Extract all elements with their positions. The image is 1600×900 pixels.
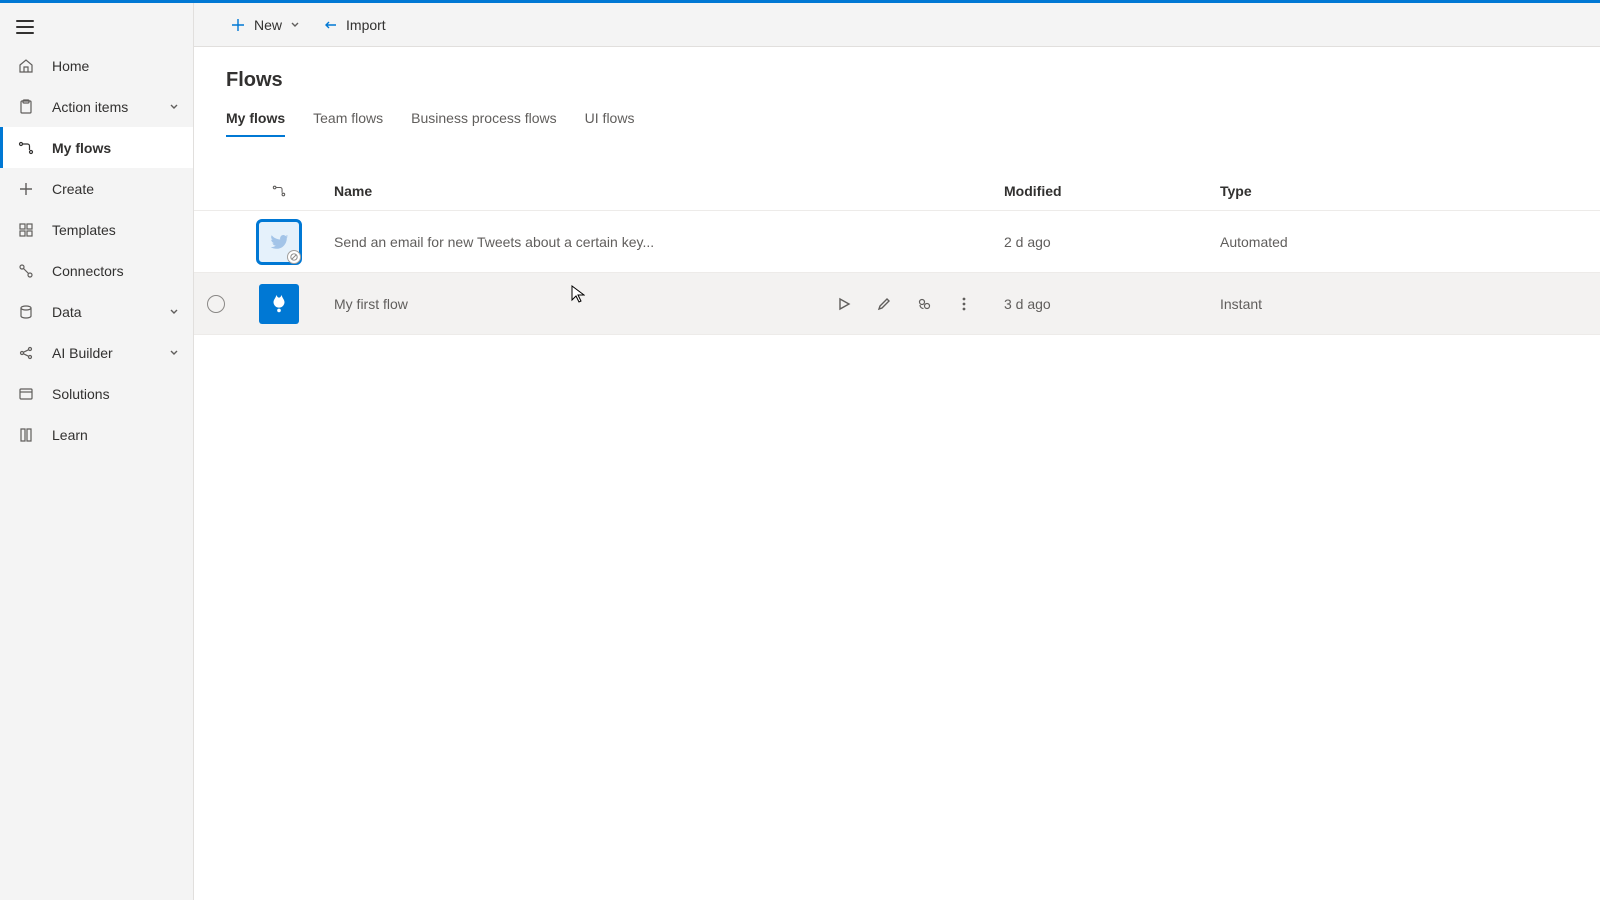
ai-icon — [16, 343, 36, 363]
flow-name[interactable]: My first flow — [320, 296, 834, 312]
home-icon — [16, 56, 36, 76]
run-icon[interactable] — [834, 294, 854, 314]
sidebar-item-label: Solutions — [52, 386, 193, 402]
flow-header-icon — [238, 184, 320, 198]
chevron-down-icon — [169, 102, 179, 112]
table-row[interactable]: My first flow 3 d ago Inst — [194, 273, 1600, 335]
solutions-icon — [16, 384, 36, 404]
sidebar-item-action-items[interactable]: Action items — [0, 86, 193, 127]
warning-badge-icon — [287, 250, 301, 264]
sidebar-item-label: Learn — [52, 427, 193, 443]
table-row[interactable]: Send an email for new Tweets about a cer… — [194, 211, 1600, 273]
more-icon[interactable] — [954, 294, 974, 314]
flow-name[interactable]: Send an email for new Tweets about a cer… — [320, 234, 834, 250]
tab-my-flows[interactable]: My flows — [226, 110, 285, 136]
sidebar-item-label: Templates — [52, 222, 193, 238]
tab-business-process-flows[interactable]: Business process flows — [411, 110, 557, 136]
import-button-label: Import — [346, 17, 386, 33]
new-button-label: New — [254, 17, 282, 33]
sidebar-item-label: AI Builder — [52, 345, 169, 361]
flow-modified: 3 d ago — [1004, 296, 1220, 312]
plus-icon — [230, 17, 246, 33]
column-header-modified[interactable]: Modified — [1004, 183, 1220, 199]
sidebar-item-home[interactable]: Home — [0, 45, 193, 86]
tab-row: My flows Team flows Business process flo… — [194, 92, 1600, 137]
sidebar-item-data[interactable]: Data — [0, 291, 193, 332]
chevron-down-icon — [290, 20, 300, 30]
row-select-radio[interactable] — [207, 295, 225, 313]
chevron-down-icon — [169, 307, 179, 317]
plus-icon — [16, 179, 36, 199]
sidebar-item-connectors[interactable]: Connectors — [0, 250, 193, 291]
flow-type: Instant — [1220, 296, 1600, 312]
sidebar-item-label: Data — [52, 304, 169, 320]
flow-table: Name Modified Type Send an email for new… — [194, 171, 1600, 335]
column-header-row: Name Modified Type — [194, 171, 1600, 211]
sidebar: Home Action items My flows Create — [0, 3, 194, 900]
share-icon[interactable] — [914, 294, 934, 314]
twitter-icon — [259, 222, 299, 262]
sidebar-item-solutions[interactable]: Solutions — [0, 373, 193, 414]
flow-modified: 2 d ago — [1004, 234, 1220, 250]
edit-icon[interactable] — [874, 294, 894, 314]
column-header-type[interactable]: Type — [1220, 183, 1600, 199]
import-icon — [322, 17, 338, 33]
main-content: New Import Flows My flows Team flows Bus… — [194, 3, 1600, 900]
sidebar-item-label: Action items — [52, 99, 169, 115]
data-icon — [16, 302, 36, 322]
sidebar-item-templates[interactable]: Templates — [0, 209, 193, 250]
sidebar-item-learn[interactable]: Learn — [0, 414, 193, 455]
column-header-name[interactable]: Name — [320, 183, 834, 199]
connectors-icon — [16, 261, 36, 281]
sidebar-item-label: Connectors — [52, 263, 193, 279]
book-icon — [16, 425, 36, 445]
new-button[interactable]: New — [222, 9, 308, 41]
sidebar-item-create[interactable]: Create — [0, 168, 193, 209]
page-title: Flows — [226, 69, 1600, 92]
command-bar: New Import — [194, 3, 1600, 47]
flow-type: Automated — [1220, 234, 1600, 250]
clipboard-icon — [16, 97, 36, 117]
chevron-down-icon — [169, 348, 179, 358]
import-button[interactable]: Import — [314, 9, 394, 41]
hamburger-icon[interactable] — [16, 20, 34, 34]
instant-flow-icon — [259, 284, 299, 324]
sidebar-item-ai-builder[interactable]: AI Builder — [0, 332, 193, 373]
sidebar-item-label: My flows — [52, 140, 193, 156]
sidebar-item-my-flows[interactable]: My flows — [0, 127, 193, 168]
flow-icon — [16, 138, 36, 158]
tab-team-flows[interactable]: Team flows — [313, 110, 383, 136]
sidebar-item-label: Create — [52, 181, 193, 197]
sidebar-item-label: Home — [52, 58, 193, 74]
templates-icon — [16, 220, 36, 240]
tab-ui-flows[interactable]: UI flows — [585, 110, 635, 136]
